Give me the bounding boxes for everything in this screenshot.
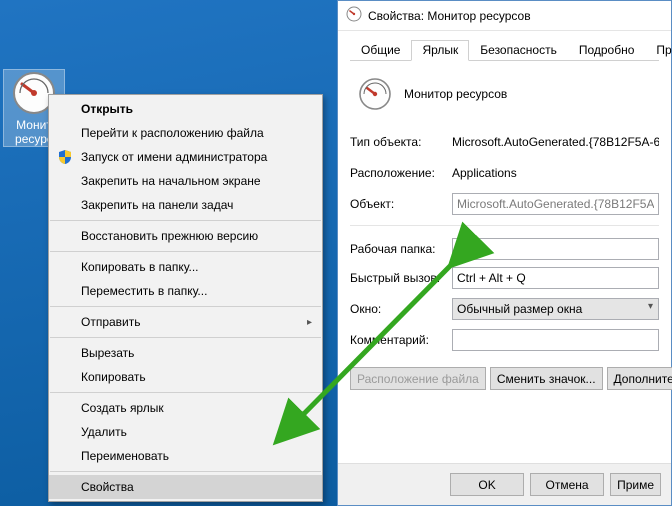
context-menu: Открыть Перейти к расположению файла Зап… <box>48 94 323 502</box>
ctx-separator <box>50 392 321 393</box>
apply-button[interactable]: Приме <box>610 473 661 496</box>
ctx-delete[interactable]: Удалить <box>49 420 322 444</box>
ctx-create-shortcut[interactable]: Создать ярлык <box>49 396 322 420</box>
file-location-button[interactable]: Расположение файла <box>350 367 486 390</box>
app-name: Монитор ресурсов <box>404 87 507 101</box>
properties-titlebar[interactable]: Свойства: Монитор ресурсов <box>338 1 671 31</box>
tab-general[interactable]: Общие <box>350 40 411 61</box>
change-icon-button[interactable]: Сменить значок... <box>490 367 603 390</box>
label-run: Окно: <box>350 302 452 316</box>
ctx-properties[interactable]: Свойства <box>49 475 322 499</box>
tab-previous[interactable]: Предыдущие вер <box>645 40 672 61</box>
properties-footer: OK Отмена Приме <box>338 463 671 505</box>
value-target-type: Microsoft.AutoGenerated.{78B12F5A-699E-B… <box>452 135 659 149</box>
advanced-button[interactable]: Дополнительно <box>607 367 672 390</box>
ctx-separator <box>50 306 321 307</box>
ctx-open[interactable]: Открыть <box>49 97 322 121</box>
tabs: Общие Ярлык Безопасность Подробно Предыд… <box>350 39 659 61</box>
ctx-separator <box>50 337 321 338</box>
label-target: Объект: <box>350 197 452 211</box>
input-shortcut-key[interactable] <box>452 267 659 289</box>
ctx-separator <box>50 251 321 252</box>
tab-shortcut[interactable]: Ярлык <box>411 40 469 61</box>
label-start-in: Рабочая папка: <box>350 242 452 256</box>
ctx-separator <box>50 471 321 472</box>
ctx-copy[interactable]: Копировать <box>49 365 322 389</box>
shield-icon <box>57 149 73 165</box>
properties-title: Свойства: Монитор ресурсов <box>368 9 531 23</box>
ctx-run-as-admin[interactable]: Запуск от имени администратора <box>49 145 322 169</box>
select-run[interactable] <box>452 298 659 320</box>
ctx-move-to-folder[interactable]: Переместить в папку... <box>49 279 322 303</box>
properties-dialog: Свойства: Монитор ресурсов Общие Ярлык Б… <box>337 0 672 506</box>
label-target-type: Тип объекта: <box>350 135 452 149</box>
desktop: Монитресурс Открыть Перейти к расположен… <box>0 0 672 506</box>
ctx-open-file-location[interactable]: Перейти к расположению файла <box>49 121 322 145</box>
ctx-pin-start[interactable]: Закрепить на начальном экране <box>49 169 322 193</box>
tab-details[interactable]: Подробно <box>568 40 646 61</box>
ctx-cut[interactable]: Вырезать <box>49 341 322 365</box>
label-shortcut-key: Быстрый вызов: <box>350 271 452 285</box>
speedometer-icon <box>346 6 362 25</box>
input-start-in[interactable] <box>452 238 659 260</box>
speedometer-icon <box>358 77 392 111</box>
ctx-separator <box>50 220 321 221</box>
value-location: Applications <box>452 166 517 180</box>
label-comment: Комментарий: <box>350 333 452 347</box>
input-target[interactable] <box>452 193 659 215</box>
ctx-pin-taskbar[interactable]: Закрепить на панели задач <box>49 193 322 217</box>
cancel-button[interactable]: Отмена <box>530 473 604 496</box>
ctx-copy-to-folder[interactable]: Копировать в папку... <box>49 255 322 279</box>
tab-security[interactable]: Безопасность <box>469 40 568 61</box>
ok-button[interactable]: OK <box>450 473 524 496</box>
ctx-rename[interactable]: Переименовать <box>49 444 322 468</box>
label-location: Расположение: <box>350 166 452 180</box>
ctx-restore-previous[interactable]: Восстановить прежнюю версию <box>49 224 322 248</box>
input-comment[interactable] <box>452 329 659 351</box>
ctx-send-to[interactable]: Отправить <box>49 310 322 334</box>
